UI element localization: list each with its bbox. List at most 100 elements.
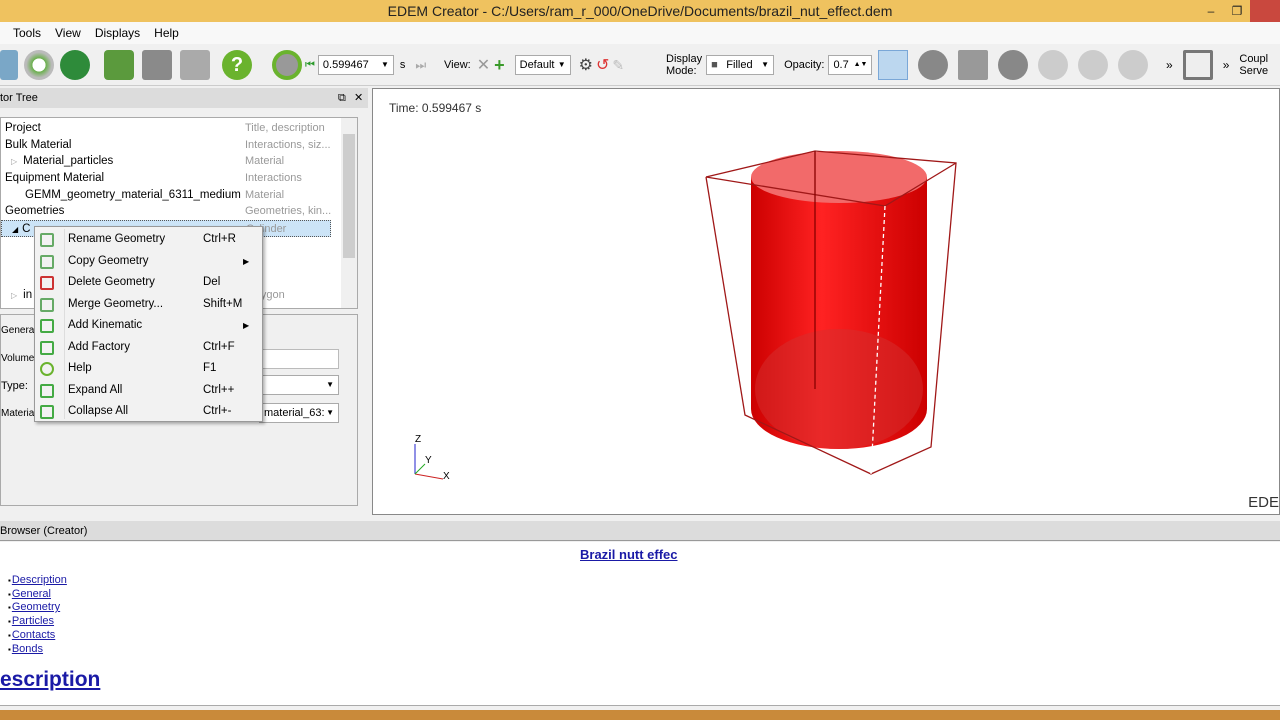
volume-input[interactable] — [259, 349, 339, 369]
add-section-icon[interactable] — [958, 50, 988, 80]
menu-item-add-factory[interactable]: Add Factory Ctrl+F — [35, 337, 262, 358]
edit-pencil-icon[interactable]: ✎ — [612, 57, 624, 74]
add-geometry-icon[interactable] — [918, 50, 948, 80]
bulk-material-icon[interactable] — [60, 50, 90, 80]
tree-item-label: Equipment Material — [5, 172, 105, 185]
general-tab[interactable]: Genera — [1, 325, 34, 336]
opacity-stepper[interactable]: 0.7 ▲▼ — [828, 55, 873, 75]
save-icon[interactable] — [180, 50, 210, 80]
add-factory-icon — [40, 340, 54, 355]
creator-tree-header: tor Tree ⧉ ✕ — [0, 88, 368, 108]
close-button[interactable] — [1250, 0, 1280, 22]
report-heading-link[interactable]: Brazil nutt effec — [580, 547, 678, 562]
menu-item-collapse-all[interactable]: Collapse All Ctrl+- — [35, 401, 262, 422]
open-folder-icon[interactable] — [142, 50, 172, 80]
tree-item-label: in — [23, 288, 33, 301]
toc-link-contacts[interactable]: Contacts — [12, 629, 55, 641]
tree-item-material-particles[interactable]: ▷ Material_particles Material — [1, 153, 357, 170]
expand-arrow-icon[interactable]: ▷ — [11, 291, 17, 300]
restore-button[interactable]: ❐ — [1224, 0, 1250, 22]
first-step-icon[interactable]: ⏮ — [305, 59, 315, 72]
more-tools-button-2[interactable]: » — [1223, 58, 1230, 72]
edit-geometry-icon[interactable] — [1078, 50, 1108, 80]
expand-arrow-icon[interactable]: ▷ — [11, 157, 17, 166]
3d-viewport[interactable]: Time: 0.599467 s Z Y X EDE — [372, 88, 1280, 515]
chevron-down-icon: ▼ — [761, 60, 770, 69]
spin-arrows-icon[interactable]: ▲▼ — [854, 56, 868, 74]
menu-item-help[interactable]: Help F1 — [35, 358, 262, 379]
tree-item-desc: Title, description — [245, 122, 325, 134]
more-tools-button[interactable]: » — [1166, 58, 1173, 72]
toc-link-bonds[interactable]: Bonds — [12, 643, 43, 655]
merge-geometry-icon — [40, 297, 54, 312]
menu-item-shortcut: Ctrl++ — [203, 383, 235, 396]
stopwatch-icon[interactable] — [272, 50, 302, 80]
view-select[interactable]: Default ▼ — [514, 55, 571, 75]
export-geometry-icon[interactable] — [1038, 50, 1068, 80]
chevron-down-icon: ▼ — [326, 380, 334, 389]
submenu-arrow-icon: ▶ — [243, 321, 250, 330]
toc-link-particles[interactable]: Particles — [12, 615, 54, 627]
material-label: Materia — [1, 408, 35, 419]
toc-link-geometry[interactable]: Geometry — [12, 601, 60, 613]
tree-item-label: Material_particles — [23, 155, 114, 168]
menu-item-shortcut: Ctrl+- — [203, 405, 232, 417]
menu-tools[interactable]: Tools — [13, 22, 41, 44]
tree-item-desc: Material — [245, 155, 285, 168]
section-heading-description[interactable]: escription — [0, 668, 100, 692]
geometry-icon[interactable] — [104, 50, 134, 80]
tree-scrollbar[interactable] — [341, 118, 357, 308]
add-box-icon[interactable] — [1182, 50, 1213, 80]
coupling-server-label-2: Serve — [1239, 65, 1269, 77]
scrollbar-thumb[interactable] — [343, 134, 355, 258]
type-label: Type: — [1, 380, 28, 392]
menu-displays[interactable]: Displays — [95, 22, 140, 44]
minimize-button[interactable]: – — [1198, 0, 1224, 22]
particles-icon[interactable] — [24, 50, 54, 80]
tree-item-geometries[interactable]: Geometries Geometries, kin... — [1, 203, 357, 220]
browser-header: Browser (Creator) — [0, 521, 1280, 541]
tree-item-equipment-material[interactable]: Equipment Material Interactions — [1, 170, 357, 187]
color-particles-icon[interactable] — [878, 50, 909, 80]
menu-item-add-kinematic[interactable]: Add Kinematic ▶ — [35, 315, 262, 336]
coupling-server-label[interactable]: Coupl — [1239, 53, 1268, 65]
toc-link-description[interactable]: Description — [12, 574, 67, 586]
context-menu: Rename Geometry Ctrl+R Copy Geometry ▶ Delet… — [34, 226, 263, 422]
material-value: material_63: — [264, 407, 325, 419]
type-select[interactable]: ▼ — [259, 375, 339, 395]
menu-item-label: Delete Geometry — [68, 276, 155, 288]
tree-item-desc: Interactions — [245, 172, 302, 185]
menu-item-label: Merge Geometry... — [68, 297, 164, 310]
reset-icon[interactable]: ↺ — [596, 55, 609, 75]
close-panel-icon[interactable]: ✕ — [354, 88, 363, 108]
menu-item-shortcut: Ctrl+F — [203, 340, 235, 353]
tree-item-gemm-material[interactable]: GEMM_geometry_material_6311_medium Materi… — [1, 187, 357, 204]
menu-help[interactable]: Help — [154, 22, 179, 44]
import-geometry-icon[interactable] — [998, 50, 1028, 80]
settings-gear-icon[interactable]: ⚙ — [579, 55, 593, 75]
collapse-arrow-icon[interactable]: ◢ — [12, 225, 18, 234]
chevron-down-icon: ▼ — [557, 60, 566, 69]
menu-item-copy-geometry[interactable]: Copy Geometry ▶ — [35, 251, 262, 272]
last-step-icon[interactable]: ⏭ — [415, 58, 426, 73]
menu-item-delete-geometry[interactable]: Delete Geometry Del — [35, 272, 262, 293]
select-icon[interactable] — [0, 50, 18, 80]
menu-item-merge-geometry[interactable]: Merge Geometry... Shift+M — [35, 294, 262, 315]
add-view-icon[interactable]: + — [494, 55, 505, 76]
menu-item-shortcut: F1 — [203, 362, 217, 374]
tree-item-project[interactable]: Project Title, description — [1, 120, 357, 137]
material-select[interactable]: material_63: ▼ — [259, 403, 339, 423]
float-panel-icon[interactable]: ⧉ — [338, 88, 346, 108]
help-icon[interactable]: ? — [222, 50, 252, 80]
menu-item-shortcut: Ctrl+R — [203, 233, 236, 245]
copy-geometry-icon[interactable] — [1118, 50, 1148, 80]
browser-title: Browser (Creator) — [0, 525, 88, 537]
menu-item-expand-all[interactable]: Expand All Ctrl++ — [35, 380, 262, 401]
display-mode-select[interactable]: ■ Filled ▼ — [706, 55, 775, 75]
menu-view[interactable]: View — [55, 22, 81, 44]
time-select[interactable]: 0.599467 ▼ — [317, 55, 394, 75]
remove-view-icon[interactable]: ✕ — [477, 55, 490, 75]
toc-link-general[interactable]: General — [12, 588, 51, 600]
tree-item-bulk-material[interactable]: Bulk Material Interactions, siz... — [1, 137, 357, 154]
menu-item-rename-geometry[interactable]: Rename Geometry Ctrl+R — [35, 229, 262, 250]
